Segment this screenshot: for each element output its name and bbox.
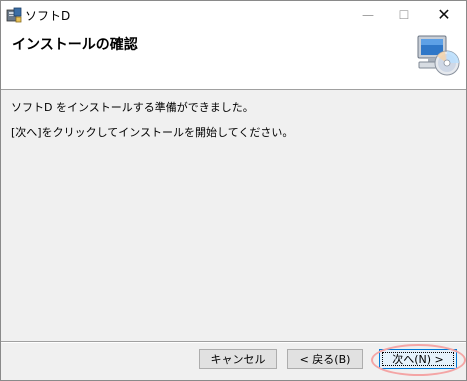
ready-message: ソフトD をインストールする準備ができました。 [11,101,254,114]
close-button[interactable]: ✕ [425,1,463,29]
next-button[interactable]: 次へ(N) > [379,349,457,369]
instruction-message: [次へ]をクリックしてインストールを開始してください。 [11,126,294,139]
computer-cd-icon [417,35,460,76]
header-banner: インストールの確認 [1,29,466,90]
maximize-button[interactable]: ☐ [385,1,423,29]
maximize-icon: ☐ [398,8,410,22]
close-icon: ✕ [437,5,451,24]
back-button[interactable]: < 戻る(B) [287,349,363,369]
minimize-icon: — [362,8,374,22]
window-title: ソフトD [25,9,71,23]
footer-divider-highlight [1,342,466,343]
page-title: インストールの確認 [12,37,138,53]
minimize-button[interactable]: — [349,1,387,29]
cancel-button[interactable]: キャンセル [199,349,277,369]
installer-app-icon [6,7,22,23]
installer-window: ソフトD — ☐ ✕ インストールの確認 ソフトD をインストールする準備ができ… [0,0,467,381]
title-bar[interactable]: ソフトD — ☐ ✕ [1,1,466,29]
